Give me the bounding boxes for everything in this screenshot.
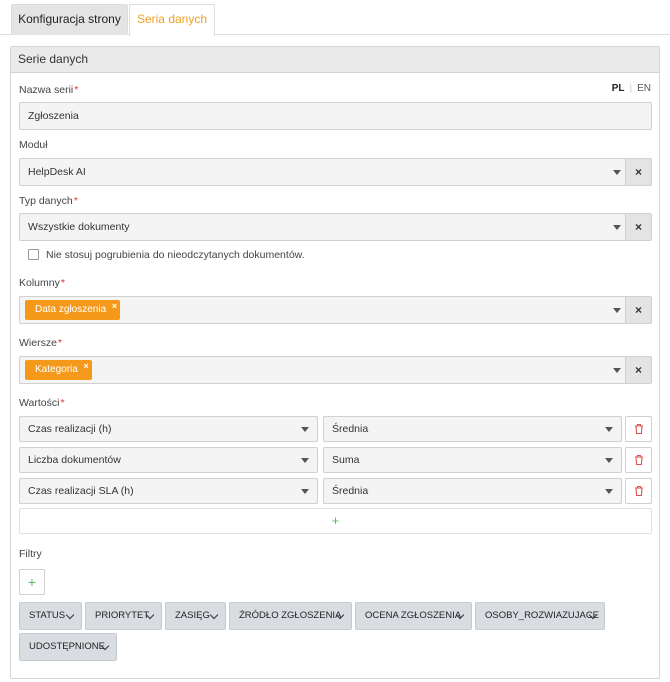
close-icon[interactable]: × xyxy=(625,214,651,240)
delete-value-button[interactable] xyxy=(625,478,652,504)
close-icon[interactable]: × xyxy=(625,159,651,185)
filter-priority-button[interactable]: PRIORYTET xyxy=(85,602,162,630)
filter-status-button[interactable]: STATUS xyxy=(19,602,82,630)
chevron-down-icon[interactable] xyxy=(613,368,621,373)
value-aggregation-select[interactable]: Średnia xyxy=(323,416,622,442)
chevron-down-icon[interactable] xyxy=(613,170,621,175)
tab-page-config[interactable]: Konfiguracja strony xyxy=(11,4,128,35)
filter-scope-button[interactable]: ZASIĘG xyxy=(165,602,226,630)
value-aggregation-text: Średnia xyxy=(332,485,369,497)
series-name-label: Nazwa serii* xyxy=(19,84,79,96)
trash-icon xyxy=(634,423,643,435)
chevron-down-icon xyxy=(605,458,613,463)
language-switcher: PL | EN xyxy=(611,83,651,94)
trash-icon xyxy=(634,454,643,466)
value-field-select[interactable]: Czas realizacji SLA (h) xyxy=(19,478,318,504)
filter-shared-button[interactable]: UDOSTĘPNIONE xyxy=(19,633,117,661)
value-field-select[interactable]: Liczba dokumentów xyxy=(19,447,318,473)
chevron-down-icon xyxy=(605,489,613,494)
no-bold-checkbox[interactable] xyxy=(28,249,39,260)
close-icon[interactable]: × xyxy=(625,357,651,383)
no-bold-option[interactable]: Nie stosuj pogrubienia do nieodczytanych… xyxy=(28,249,305,261)
module-label: Moduł xyxy=(19,139,48,151)
value-field-select[interactable]: Czas realizacji (h) xyxy=(19,416,318,442)
add-value-button[interactable]: + xyxy=(19,508,652,534)
tab-data-series[interactable]: Seria danych xyxy=(129,4,215,36)
chevron-down-icon xyxy=(301,489,309,494)
chevron-down-icon xyxy=(605,427,613,432)
add-filter-button[interactable]: + xyxy=(19,569,45,595)
value-aggregation-select[interactable]: Średnia xyxy=(323,478,622,504)
value-aggregation-select[interactable]: Suma xyxy=(323,447,622,473)
row-tag: Kategoria × xyxy=(25,360,92,380)
value-field-text: Czas realizacji (h) xyxy=(28,423,112,435)
delete-value-button[interactable] xyxy=(625,447,652,473)
rows-label: Wiersze* xyxy=(19,337,63,349)
remove-tag-icon[interactable]: × xyxy=(84,356,89,376)
filter-source-button[interactable]: ŹRÓDŁO ZGŁOSZENIA xyxy=(229,602,352,630)
series-name-input[interactable]: Zgłoszenia xyxy=(19,102,652,130)
value-aggregation-text: Średnia xyxy=(332,423,369,435)
chevron-down-icon[interactable] xyxy=(613,308,621,313)
column-tag: Data zgłoszenia × xyxy=(25,300,121,320)
value-aggregation-text: Suma xyxy=(332,454,360,466)
value-field-text: Czas realizacji SLA (h) xyxy=(28,485,134,497)
remove-tag-icon[interactable]: × xyxy=(112,296,117,316)
value-field-text: Liczba dokumentów xyxy=(28,454,121,466)
columns-label: Kolumny* xyxy=(19,277,65,289)
data-type-value: Wszystkie dokumenty xyxy=(28,221,130,233)
chevron-down-icon xyxy=(209,610,219,620)
data-type-label: Typ danych* xyxy=(19,195,78,207)
filter-resolvers-button[interactable]: OSOBY_ROZWIAZUJACE xyxy=(475,602,605,630)
data-type-select[interactable]: Wszystkie dokumenty × xyxy=(19,213,652,241)
tab-bar: Konfiguracja strony Seria danych xyxy=(0,0,670,36)
values-label: Wartości* xyxy=(19,397,65,409)
close-icon[interactable]: × xyxy=(625,297,651,323)
chevron-down-icon[interactable] xyxy=(613,225,621,230)
chevron-down-icon xyxy=(65,610,75,620)
columns-select[interactable]: Data zgłoszenia × × xyxy=(19,296,652,324)
panel-title: Serie danych xyxy=(11,47,659,73)
filter-rating-button[interactable]: OCENA ZGŁOSZENIA xyxy=(355,602,472,630)
rows-select[interactable]: Kategoria × × xyxy=(19,356,652,384)
module-value: HelpDesk AI xyxy=(28,166,86,178)
data-series-panel: Serie danych Nazwa serii* PL | EN Zgłoszen… xyxy=(10,46,660,679)
filters-label: Filtry xyxy=(19,548,42,560)
language-en[interactable]: EN xyxy=(637,83,651,94)
chevron-down-icon xyxy=(301,458,309,463)
chevron-down-icon xyxy=(301,427,309,432)
no-bold-checkbox-label: Nie stosuj pogrubienia do nieodczytanych… xyxy=(46,249,305,261)
language-pl[interactable]: PL xyxy=(612,83,625,94)
trash-icon xyxy=(634,485,643,497)
delete-value-button[interactable] xyxy=(625,416,652,442)
module-select[interactable]: HelpDesk AI × xyxy=(19,158,652,186)
